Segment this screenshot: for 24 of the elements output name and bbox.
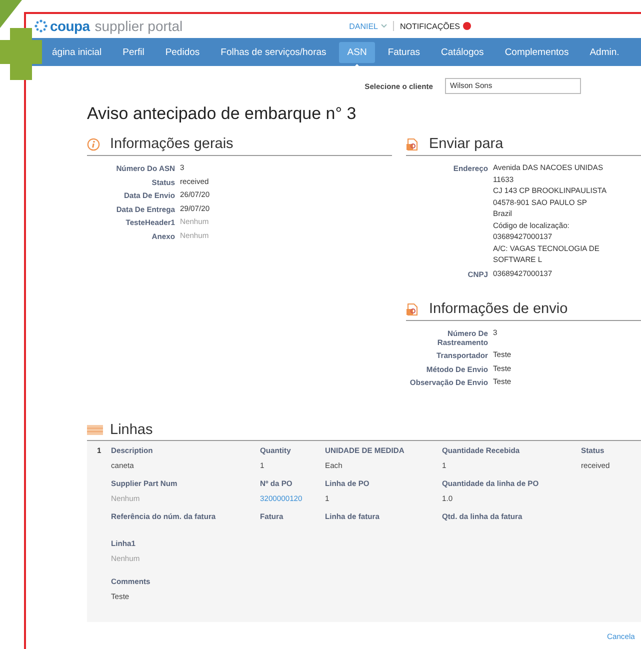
user-menu[interactable]: DANIEL — [349, 22, 378, 30]
section-title: Enviar para — [429, 136, 504, 152]
nav-tab[interactable]: Folhas de serviços/horas — [212, 42, 334, 62]
logo-subtitle: supplier portal — [94, 18, 183, 34]
nav-tab[interactable]: Pedidos — [157, 42, 208, 62]
section-title: Informações de envio — [429, 301, 568, 317]
info-icon — [87, 138, 100, 150]
document-icon — [406, 138, 419, 150]
section-title: Informações gerais — [110, 136, 234, 152]
page-title: Aviso antecipado de embarque n° 3 — [87, 104, 358, 124]
nav-tab[interactable]: Catálogos — [433, 42, 492, 62]
nav-tab[interactable]: ágina inicial — [44, 42, 110, 62]
nav-tab[interactable]: Perfil — [114, 42, 152, 62]
nav-tab[interactable]: Complementos — [496, 42, 577, 62]
nav-tab[interactable]: Admin. — [582, 42, 628, 62]
notifications-link[interactable]: NOTIFICAÇÕES — [400, 22, 460, 30]
caret-icon — [380, 24, 387, 28]
logo-text: coupa — [50, 18, 90, 34]
nav-tab[interactable]: Faturas — [380, 42, 428, 62]
document-icon — [406, 302, 419, 316]
list-icon — [87, 424, 103, 434]
notification-badge-icon — [463, 22, 471, 30]
section-title: Linhas — [110, 422, 153, 438]
logo-icon — [34, 19, 48, 33]
